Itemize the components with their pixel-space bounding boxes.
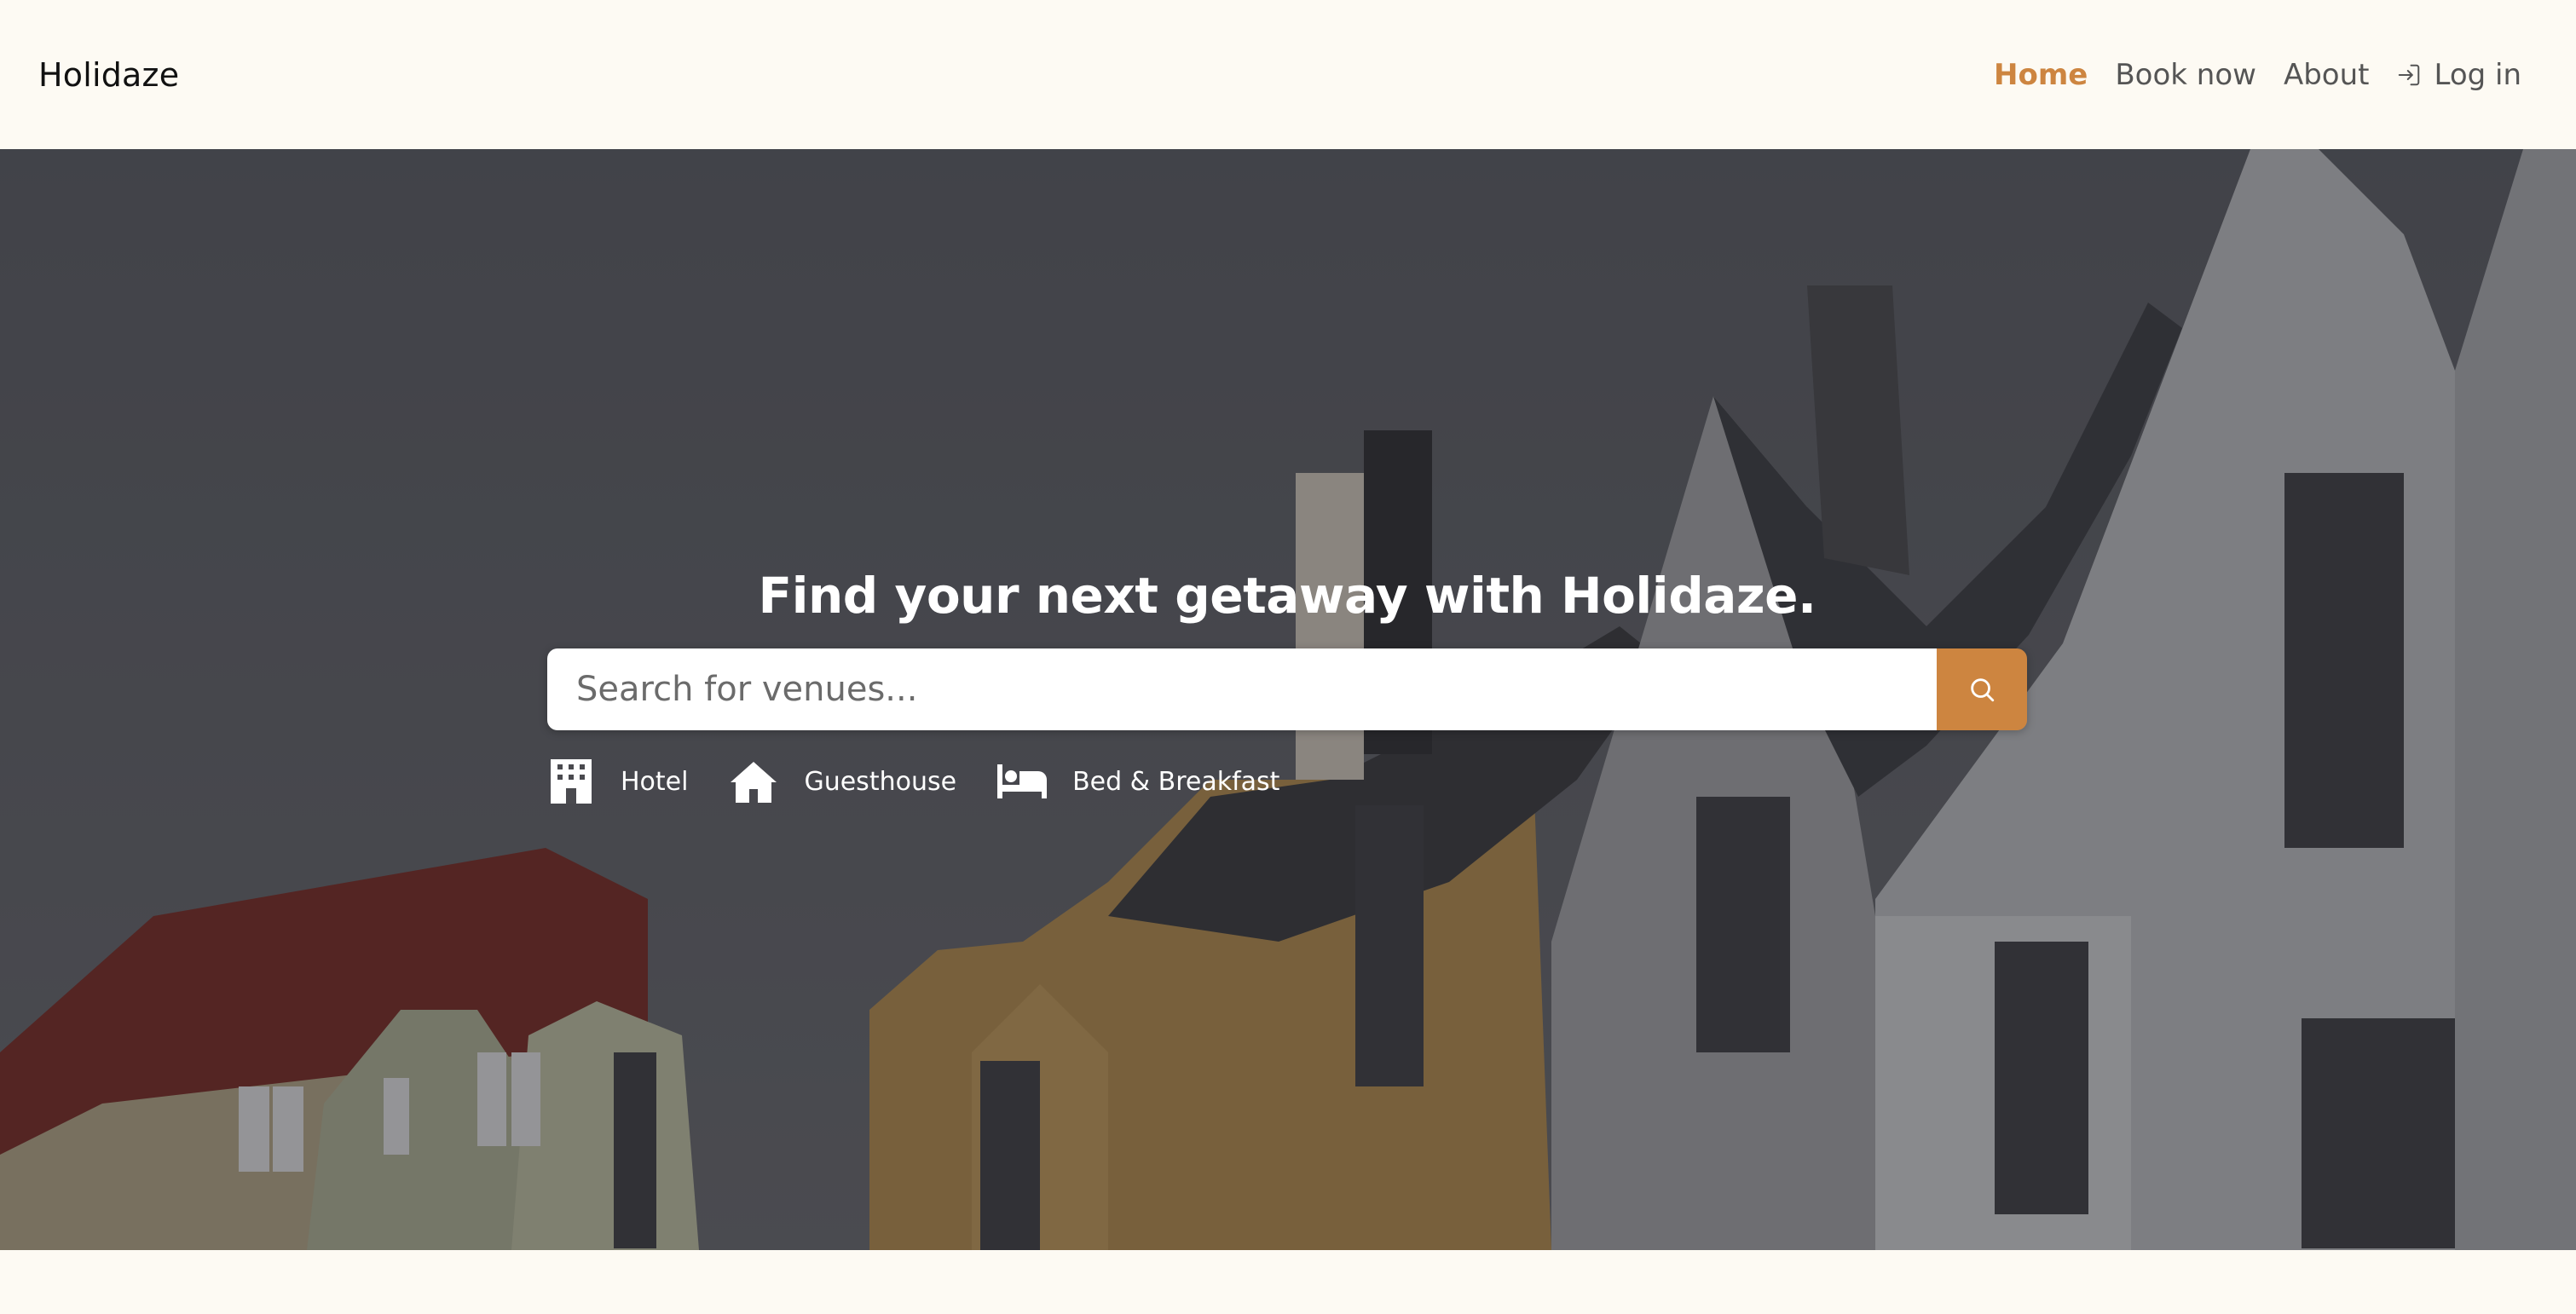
brand-logo[interactable]: Holidaze [38, 56, 179, 94]
venue-search-input[interactable] [547, 648, 1937, 730]
main-nav: Home Book now About Log in [1994, 58, 2521, 92]
category-filters: Hotel Guesthouse Bed & Breakfast [547, 759, 2027, 804]
nav-book-now-link[interactable]: Book now [2115, 58, 2256, 92]
category-bed-and-breakfast[interactable]: Bed & Breakfast [997, 764, 1279, 798]
category-guesthouse[interactable]: Guesthouse [729, 760, 956, 803]
hero-section: Find your next getaway with Holidaze. Se… [0, 149, 2576, 1250]
search-icon [1971, 678, 1995, 702]
category-hotel-label: Hotel [621, 766, 689, 797]
nav-login-link[interactable]: Log in [2396, 58, 2521, 92]
nav-about-link[interactable]: About [2284, 58, 2370, 92]
top-navbar: Holidaze Home Book now About Log in [0, 0, 2576, 149]
hero-search-panel: Find your next getaway with Holidaze. Se… [547, 567, 2027, 804]
search-button[interactable] [1937, 648, 2027, 730]
category-hotel[interactable]: Hotel [547, 759, 688, 804]
hotel-icon [551, 759, 592, 804]
venue-search-form [547, 648, 2027, 730]
page-bottom-strip [0, 1250, 2576, 1314]
category-guesthouse-label: Guesthouse [804, 766, 957, 797]
bed-icon [997, 764, 1048, 798]
house-icon [731, 762, 777, 803]
hero-title: Find your next getaway with Holidaze. [758, 567, 1816, 625]
nav-login-label: Log in [2434, 57, 2521, 92]
category-bnb-label: Bed & Breakfast [1072, 766, 1280, 797]
login-icon [2399, 64, 2420, 85]
nav-home-link[interactable]: Home [1994, 58, 2088, 92]
